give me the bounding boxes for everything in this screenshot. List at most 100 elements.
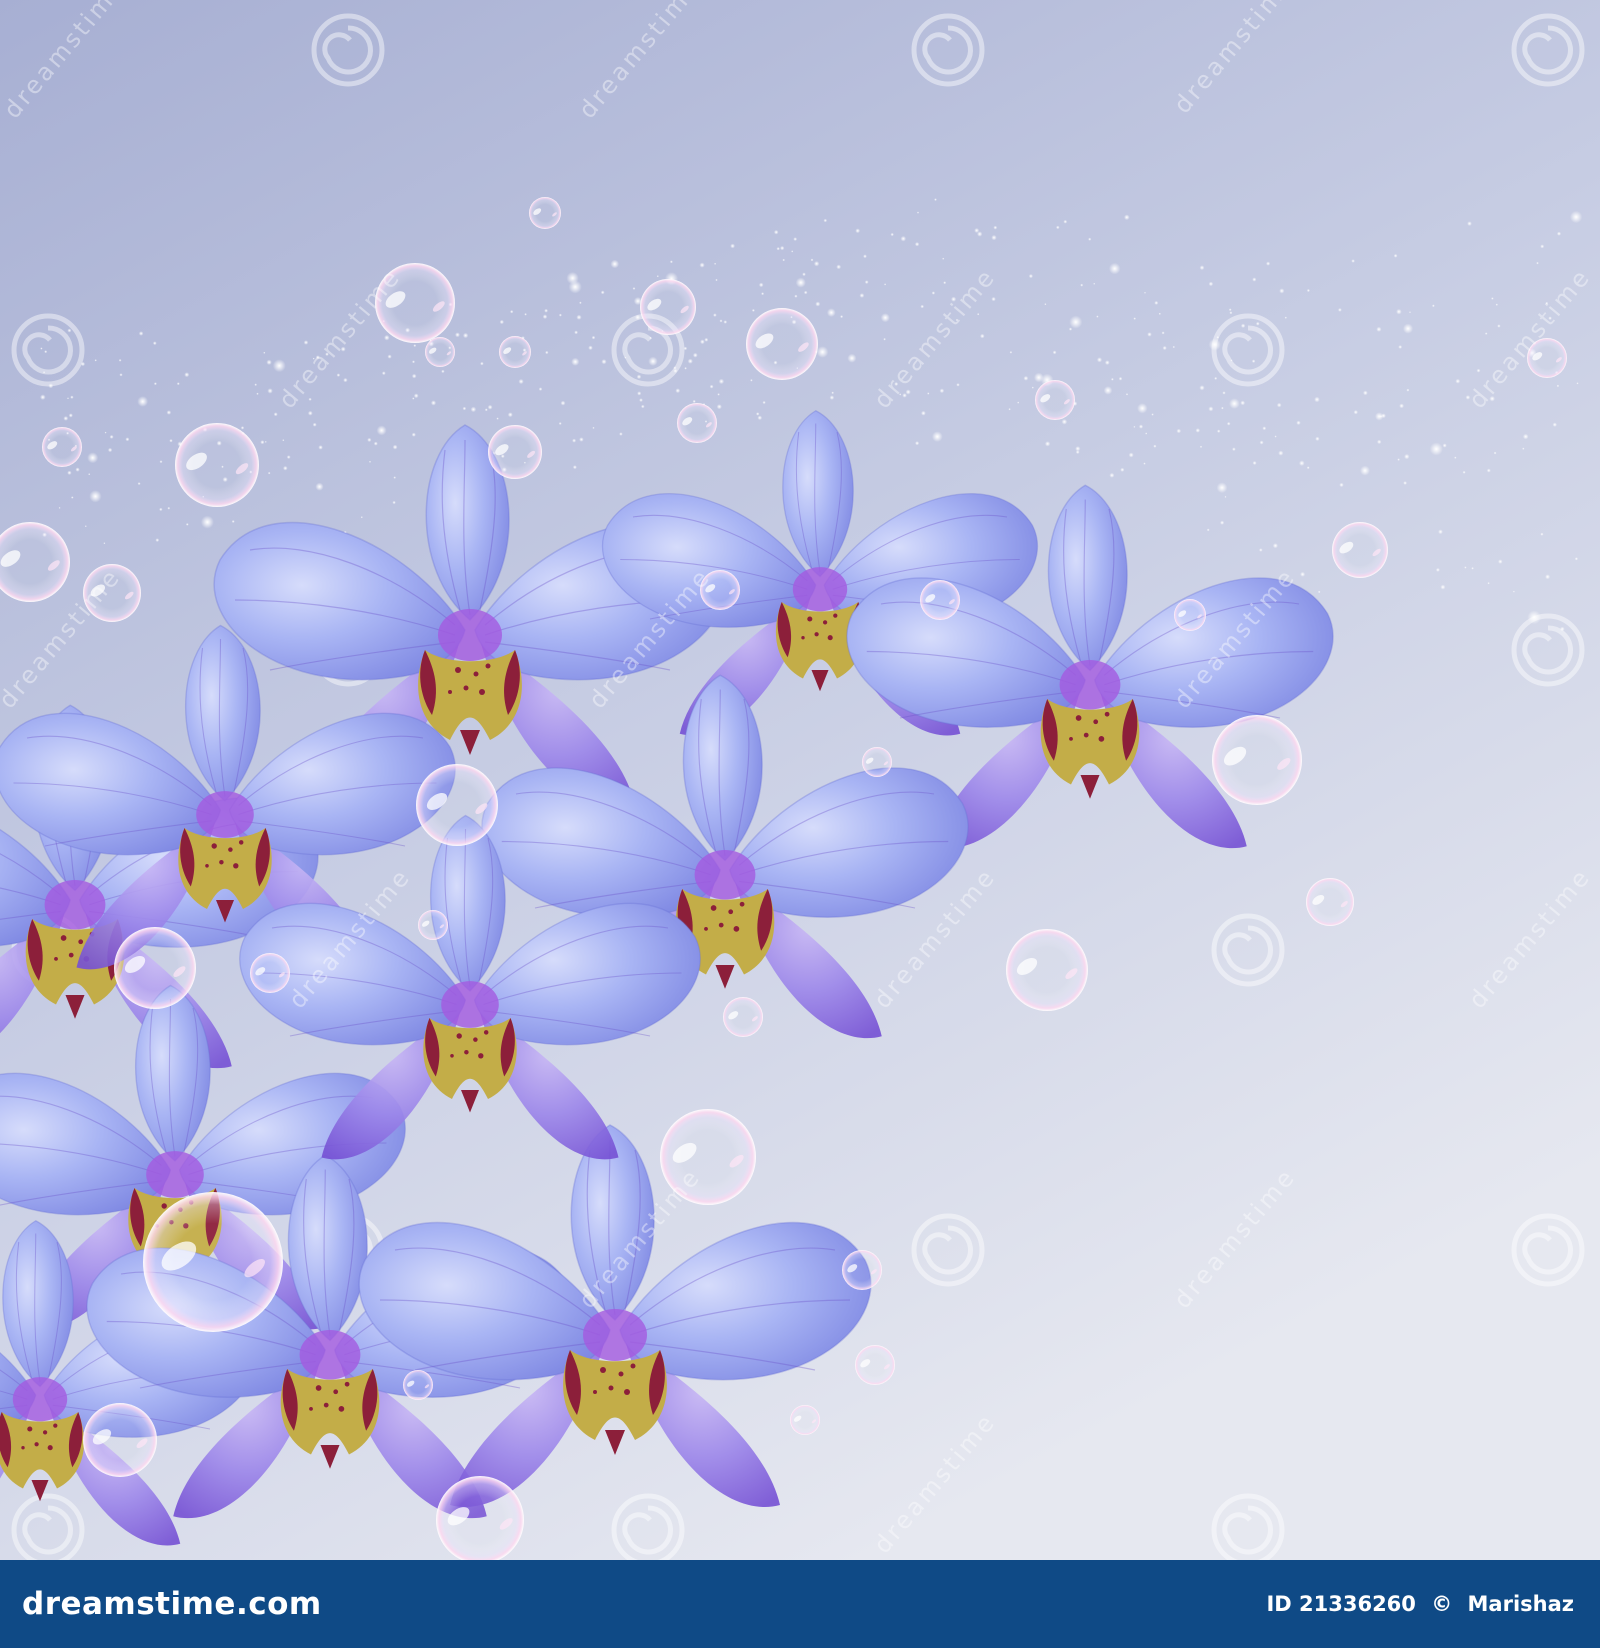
sparkle: [1153, 444, 1157, 448]
footer-brand-text: dreamstime.com: [22, 1586, 322, 1622]
sparkle: [58, 506, 61, 509]
sparkle: [927, 392, 930, 395]
sparkle: [1137, 403, 1148, 414]
sparkle: [632, 287, 636, 290]
sparkle: [507, 412, 513, 418]
sparkle: [1262, 426, 1267, 431]
sparkle: [542, 314, 548, 320]
sparkle: [1052, 350, 1057, 355]
sparkle: [307, 410, 313, 416]
sparkle: [931, 291, 936, 295]
sparkle: [1229, 398, 1240, 409]
sparkle: [921, 410, 926, 416]
sparkle: [462, 332, 469, 339]
sparkle: [441, 369, 445, 374]
sparkle: [282, 439, 285, 442]
sparkle: [791, 250, 794, 253]
sparkle: [793, 237, 798, 242]
sparkle: [266, 359, 272, 365]
sparkle: [1133, 425, 1136, 428]
sparkle: [730, 243, 735, 249]
sparkle: [118, 358, 122, 362]
sparkle: [915, 441, 920, 446]
sparkle: [1574, 557, 1578, 561]
sparkle: [1096, 357, 1103, 363]
sparkle: [1252, 461, 1257, 465]
sparkle: [1522, 433, 1529, 440]
sparkle: [692, 399, 696, 403]
sparkle: [1144, 291, 1146, 294]
sparkle: [343, 377, 348, 383]
sparkle: [1088, 237, 1092, 241]
sparkle: [1339, 482, 1344, 488]
sparkle: [1232, 447, 1236, 452]
sparkle: [1096, 315, 1099, 318]
sparkle: [1199, 445, 1203, 448]
sparkle: [1080, 283, 1084, 287]
sparkle: [1228, 308, 1232, 312]
sparkle: [387, 354, 392, 359]
sparkle: [1379, 415, 1383, 418]
sparkle: [544, 308, 548, 313]
sparkle: [1338, 308, 1342, 312]
sparkle: [1495, 303, 1499, 306]
sparkle: [977, 313, 980, 316]
sparkle: [63, 416, 69, 421]
sparkle: [758, 282, 764, 288]
sparkle: [518, 378, 524, 385]
sparkle: [1455, 378, 1461, 384]
orchid-scene: dreamstime dreamstime dreamstime dreamst…: [0, 0, 1600, 1560]
sparkle: [719, 319, 723, 323]
sparkle: [601, 359, 607, 365]
sparkle: [1220, 520, 1225, 525]
sparkle: [1527, 610, 1542, 625]
sparkle: [1259, 440, 1264, 445]
sparkle: [884, 283, 887, 286]
sparkle: [761, 292, 765, 296]
sparkle: [84, 525, 87, 528]
sparkle: [470, 406, 477, 413]
sparkle: [510, 310, 514, 314]
sparkle: [67, 397, 69, 400]
sparkle: [576, 314, 582, 320]
sparkle: [942, 257, 945, 260]
sparkle: [1068, 327, 1073, 331]
sparkle: [411, 373, 417, 379]
sparkle: [1151, 413, 1154, 416]
sparkle: [1103, 386, 1113, 395]
sparkle: [315, 482, 324, 491]
sparkle: [1351, 259, 1355, 263]
sparkle: [1230, 359, 1233, 362]
sparkle: [636, 374, 642, 380]
watermark-footer-bar: dreamstime.com ID 21336260 © Marishaz: [0, 1560, 1600, 1648]
sparkle: [384, 334, 390, 341]
sparkle: [1299, 460, 1305, 467]
sparkle: [1176, 428, 1182, 434]
sparkle: [934, 198, 937, 202]
sparkle: [624, 356, 627, 359]
footer-copyright-symbol: ©: [1431, 1592, 1453, 1616]
sparkle: [67, 328, 72, 333]
sparkle: [1221, 406, 1224, 410]
sparkle: [1399, 403, 1404, 409]
sparkle: [704, 337, 709, 342]
sparkle: [524, 313, 527, 316]
sparkle: [1435, 567, 1440, 572]
sparkle: [185, 523, 189, 526]
sparkle: [119, 373, 123, 377]
sparkle: [974, 228, 980, 233]
sparkle: [40, 347, 43, 350]
footer-author: Marishaz: [1467, 1592, 1574, 1616]
sparkle: [816, 346, 829, 358]
sparkle: [1279, 288, 1285, 294]
sparkle: [256, 392, 259, 395]
sparkle: [1031, 386, 1034, 389]
sparkle: [1063, 219, 1068, 224]
footer-image-credit: ID 21336260 © Marishaz: [1266, 1592, 1574, 1616]
sparkle: [840, 315, 844, 319]
sparkle: [1154, 300, 1159, 305]
sparkle: [67, 470, 72, 475]
sparkle: [1396, 308, 1402, 315]
sparkle: [1432, 304, 1435, 308]
sparkle: [1214, 376, 1218, 380]
